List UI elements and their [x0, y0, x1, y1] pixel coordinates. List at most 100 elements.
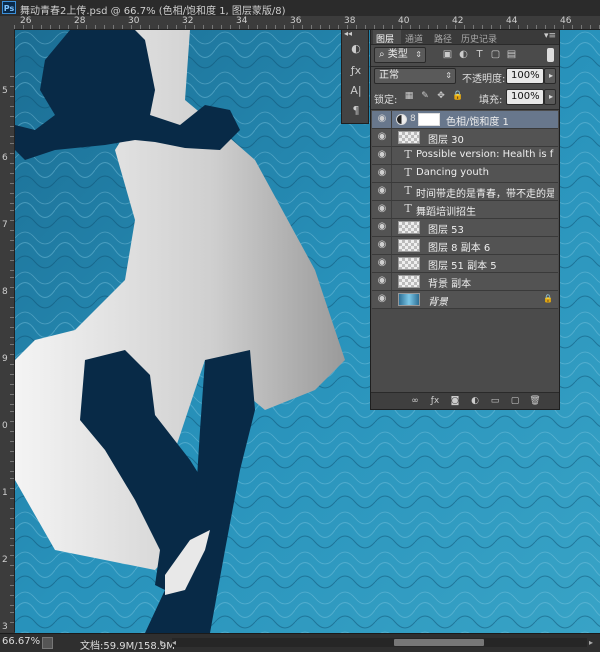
ruler-tick — [284, 25, 285, 29]
layer-row[interactable]: ◉ T Possible version: Health is far more… — [372, 147, 558, 165]
ruler-tick-label: 6 — [2, 153, 8, 163]
lock-all-icon[interactable]: 🔒 — [452, 91, 463, 101]
lock-icon: 🔒 — [543, 294, 553, 303]
new-adjustment-icon[interactable]: ◐ — [469, 395, 481, 407]
ruler-tick — [10, 344, 14, 345]
layer-row[interactable]: ◉ T Dancing youth — [372, 165, 558, 183]
filter-smart-object-icon[interactable]: ▤ — [506, 49, 517, 60]
tab-layers[interactable]: 图层 — [376, 32, 394, 45]
eye-icon[interactable]: ◉ — [376, 114, 388, 124]
filter-shape-icon[interactable]: ▢ — [490, 49, 501, 60]
opacity-slider-button[interactable]: ▸ — [544, 68, 556, 84]
ruler-tick — [10, 354, 14, 355]
eye-icon[interactable]: ◉ — [376, 276, 388, 286]
fx-icon[interactable]: ƒx — [429, 395, 441, 407]
divider — [391, 183, 392, 200]
ruler-tick — [10, 173, 14, 174]
opacity-value: 100% — [511, 70, 540, 81]
paragraph-panel-icon[interactable]: ¶ — [348, 104, 364, 118]
ruler-tick — [10, 411, 14, 412]
ruler-tick-label: 30 — [128, 16, 140, 26]
layer-name: Dancing youth — [416, 167, 489, 178]
horizontal-ruler[interactable]: 26 28 30 32 34 36 38 40 42 44 46 — [14, 16, 600, 30]
eye-icon[interactable]: ◉ — [376, 258, 388, 268]
layer-name: 图层 30 — [428, 135, 464, 146]
layer-row[interactable]: ◉ 图层 8 副本 6 — [372, 237, 558, 255]
opacity-field[interactable]: 100% — [506, 68, 544, 84]
scroll-right-arrow-icon[interactable]: ▸ — [589, 638, 593, 647]
new-group-icon[interactable]: ▭ — [489, 395, 501, 407]
filter-toggle-switch[interactable] — [547, 48, 554, 62]
panel-menu-icon[interactable]: ▾≡ — [544, 31, 556, 41]
eye-icon[interactable]: ◉ — [376, 150, 388, 160]
text-layer-icon: T — [404, 202, 412, 215]
layer-name: Possible version: Health is far more val… — [416, 149, 554, 160]
zoom-level-field[interactable]: 66.67% — [2, 636, 42, 649]
ruler-tick — [10, 518, 14, 519]
styles-panel-icon[interactable]: ƒx — [348, 64, 364, 78]
ruler-tick — [563, 25, 564, 29]
layer-row[interactable]: ◉ 图层 51 副本 5 — [372, 255, 558, 273]
ruler-tick — [10, 565, 14, 566]
filter-adjustment-icon[interactable]: ◐ — [458, 49, 469, 60]
eye-icon[interactable]: ◉ — [376, 240, 388, 250]
collapse-arrows-icon[interactable]: ◂◂ — [344, 29, 352, 38]
eye-icon[interactable]: ◉ — [376, 222, 388, 232]
ruler-tick — [23, 25, 24, 29]
layer-list: ◉ 8 色相/饱和度 1 ◉ 图层 30 ◉ T Possible versio… — [372, 111, 558, 309]
horizontal-scrollbar[interactable] — [172, 638, 587, 647]
layer-mask-thumbnail[interactable] — [418, 113, 440, 126]
fill-field[interactable]: 100% — [506, 89, 544, 105]
character-panel-icon[interactable]: A| — [348, 84, 364, 98]
blend-mode-dropdown[interactable]: 正常 ⇕ — [374, 68, 456, 84]
fill-slider-button[interactable]: ▸ — [544, 89, 556, 105]
vertical-ruler[interactable]: 5 6 7 8 9 0 1 2 3 — [0, 30, 15, 632]
new-layer-icon[interactable]: ▢ — [509, 395, 521, 407]
ruler-tick-label: 26 — [20, 16, 32, 26]
eye-icon[interactable]: ◉ — [376, 168, 388, 178]
eye-icon[interactable]: ◉ — [376, 294, 388, 304]
layer-row[interactable]: ◉ 图层 30 — [372, 129, 558, 147]
eye-icon[interactable]: ◉ — [376, 132, 388, 142]
tab-paths[interactable]: 路径 — [434, 32, 452, 45]
lock-transparent-pixels-icon[interactable]: ▦ — [404, 91, 414, 101]
ruler-tick — [221, 25, 222, 29]
ruler-tick — [10, 307, 14, 308]
eye-icon[interactable]: ◉ — [376, 204, 388, 214]
lock-position-icon[interactable]: ✥ — [436, 91, 446, 101]
lock-image-pixels-icon[interactable]: ✎ — [420, 91, 430, 101]
eye-icon[interactable]: ◉ — [376, 186, 388, 196]
add-mask-icon[interactable]: ◙ — [449, 395, 461, 407]
export-icon[interactable] — [42, 637, 53, 649]
status-menu-arrow-icon[interactable]: ▸ — [160, 638, 165, 648]
link-layers-icon[interactable]: ∞ — [409, 395, 421, 407]
layer-row[interactable]: ◉ T 舞蹈培训招生 — [372, 201, 558, 219]
tab-channels[interactable]: 通道 — [405, 32, 423, 45]
ruler-tick — [10, 441, 14, 442]
ruler-origin[interactable] — [0, 16, 15, 31]
layer-row[interactable]: ◉ T 时间带走的是青春，带不走的是舞蹈 — [372, 183, 558, 201]
scrollbar-thumb[interactable] — [394, 639, 484, 646]
document-tab-title[interactable]: 舞动青春2上传.psd @ 66.7% (色相/饱和度 1, 图层蒙版/8) — [20, 2, 286, 17]
layer-row-background[interactable]: ◉ 背景 🔒 — [372, 291, 558, 309]
layer-row-hue-saturation[interactable]: ◉ 8 色相/饱和度 1 — [372, 111, 558, 129]
layer-name: 图层 8 副本 6 — [428, 243, 491, 254]
filter-pixel-icon[interactable]: ▣ — [442, 49, 453, 60]
ruler-tick — [113, 25, 114, 29]
ruler-tick — [41, 25, 42, 29]
chevron-updown-icon: ⇕ — [445, 71, 452, 80]
layer-name: 色相/饱和度 1 — [446, 117, 509, 128]
ruler-tick-label: 8 — [2, 287, 8, 297]
chain-link-icon[interactable]: 8 — [410, 114, 416, 124]
layer-row[interactable]: ◉ 图层 53 — [372, 219, 558, 237]
layer-row[interactable]: ◉ 背景 副本 — [372, 273, 558, 291]
scroll-left-arrow-icon[interactable]: ◂ — [172, 638, 176, 647]
divider — [371, 66, 559, 67]
adjustments-panel-icon[interactable]: ◐ — [348, 42, 364, 56]
delete-layer-icon[interactable]: 🗑 — [529, 395, 541, 407]
lock-label: 锁定: — [374, 95, 398, 106]
tab-history[interactable]: 历史记录 — [461, 32, 497, 45]
filter-type-icon[interactable]: T — [474, 49, 485, 60]
ruler-tick — [10, 498, 14, 499]
filter-kind-dropdown[interactable]: ⌕ 类型 ⇕ — [374, 47, 426, 63]
